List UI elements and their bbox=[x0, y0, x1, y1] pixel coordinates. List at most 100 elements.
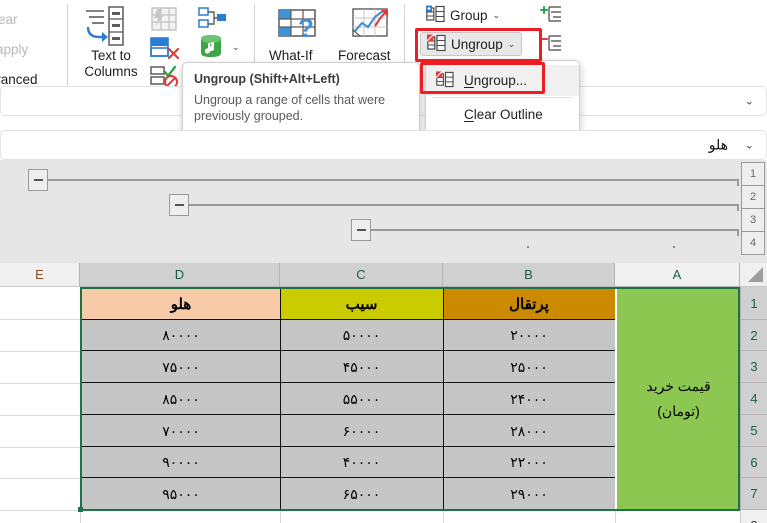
cell-D5[interactable]: ۷٠٠٠٠ bbox=[82, 415, 280, 447]
advanced-button-label[interactable]: vanced bbox=[0, 72, 38, 87]
gridline-h-1 bbox=[0, 319, 80, 320]
cell-B5[interactable]: ۲۸٠٠٠ bbox=[443, 415, 615, 447]
cell-A1-line1: قیمت خرید bbox=[646, 377, 711, 394]
gridline-v-1 bbox=[80, 287, 81, 523]
cell-B2[interactable]: ۲٠٠٠٠ bbox=[443, 320, 615, 351]
table-border-h-2 bbox=[82, 350, 615, 351]
text-to-columns-icon[interactable] bbox=[82, 4, 126, 53]
cell-D7[interactable]: ۹۵٠٠٠ bbox=[82, 478, 280, 510]
tooltip-title: Ungroup (Shift+Alt+Left) bbox=[194, 72, 340, 86]
column-header-C[interactable]: C bbox=[280, 263, 443, 287]
ungroup-button-label: Ungroup bbox=[451, 36, 503, 52]
menu-item-clear-outline[interactable]: Clear Outline bbox=[426, 99, 579, 130]
row-header-4[interactable]: 4 bbox=[740, 383, 767, 415]
cell-C6[interactable]: ۴٠٠٠٠ bbox=[280, 447, 443, 478]
row-header-8[interactable]: 8 bbox=[740, 510, 767, 523]
gridline-h-2 bbox=[0, 351, 80, 352]
cell-C5[interactable]: ۶٠٠٠٠ bbox=[280, 415, 443, 447]
svg-text:?: ? bbox=[298, 13, 314, 43]
row-header-1[interactable]: 1 bbox=[740, 287, 767, 320]
cell-D3[interactable]: ۷۵٠٠٠ bbox=[82, 351, 280, 383]
outline-level-button-4[interactable]: 4 bbox=[741, 231, 765, 255]
accel-key-c: C bbox=[464, 107, 474, 122]
table-border-h-5 bbox=[82, 446, 615, 447]
forecast-label: Forecast bbox=[338, 48, 391, 63]
menu-item-ungroup-label: Ungroup... bbox=[464, 73, 528, 88]
cell-A1-merged[interactable]: قیمت خرید (تومان) bbox=[617, 287, 740, 510]
column-headers: E D C B A bbox=[0, 263, 767, 287]
table-border-h-1 bbox=[82, 319, 615, 320]
outline-bar-level1 bbox=[48, 179, 739, 181]
subtotal-icon[interactable] bbox=[540, 34, 562, 57]
outline-bar-end-tick-level1 bbox=[737, 179, 739, 186]
table-border-v-1 bbox=[280, 287, 281, 510]
outline-bar-end-tick-level3 bbox=[737, 229, 739, 236]
outline-level-button-1[interactable]: 1 bbox=[741, 162, 765, 186]
row-header-3[interactable]: 3 bbox=[740, 351, 767, 383]
auto-outline-icon[interactable] bbox=[540, 5, 562, 28]
group-chevron-down-icon[interactable]: ⌄ bbox=[493, 10, 501, 21]
row-header-6[interactable]: 6 bbox=[740, 447, 767, 478]
outline-collapse-button-level3[interactable] bbox=[351, 219, 371, 241]
gridline-h-6 bbox=[0, 478, 80, 479]
text-to-columns-label-line1: Text to bbox=[91, 48, 131, 63]
cell-C4[interactable]: ۵۵٠٠٠ bbox=[280, 383, 443, 415]
forecast-sheet-icon[interactable] bbox=[350, 6, 396, 51]
cell-D1[interactable]: هلو bbox=[82, 287, 280, 320]
select-all-corner[interactable] bbox=[740, 263, 767, 287]
row-header-2[interactable]: 2 bbox=[740, 320, 767, 351]
group-button[interactable]: Group ⌄ bbox=[420, 3, 506, 27]
cell-D2[interactable]: ۸٠٠٠٠ bbox=[82, 320, 280, 351]
clear-button-label[interactable]: ear bbox=[0, 12, 18, 27]
menu-item-ungroup[interactable]: Ungroup... bbox=[426, 65, 579, 96]
outline-bar-level2 bbox=[189, 204, 739, 206]
outline-collapse-button-level2[interactable] bbox=[169, 194, 189, 216]
what-if-label: What-If bbox=[269, 48, 313, 63]
gridline-v-2 bbox=[280, 510, 281, 523]
ungroup-menu-icon bbox=[435, 70, 454, 91]
column-header-A[interactable]: A bbox=[615, 263, 740, 287]
gridline-h-3 bbox=[0, 383, 80, 384]
cell-B1[interactable]: پرتقال bbox=[443, 287, 615, 320]
outline-level-button-2[interactable]: 2 bbox=[741, 185, 765, 209]
cell-C3[interactable]: ۴۵٠٠٠ bbox=[280, 351, 443, 383]
table-border-h-4 bbox=[82, 414, 615, 415]
menu-separator bbox=[432, 97, 573, 98]
outline-dot-2 bbox=[673, 246, 675, 248]
cell-A1-line2: (تومان) bbox=[657, 402, 700, 419]
name-box-bar[interactable]: هلو ⌄ bbox=[0, 130, 767, 160]
formula-bar-expand-chevron-icon[interactable]: ⌄ bbox=[745, 95, 754, 108]
reapply-button-label[interactable]: apply bbox=[0, 42, 28, 57]
ungroup-icon bbox=[426, 33, 446, 55]
table-border-h-6 bbox=[82, 477, 615, 478]
data-model-chevron-icon[interactable]: ⌄ bbox=[232, 42, 240, 53]
column-header-E[interactable]: E bbox=[0, 263, 80, 287]
cell-C2[interactable]: ۵٠٠٠٠ bbox=[280, 320, 443, 351]
cell-D4[interactable]: ۸۵٠٠٠ bbox=[82, 383, 280, 415]
ungroup-button[interactable]: Ungroup ⌄ bbox=[420, 32, 523, 56]
row-header-5[interactable]: 5 bbox=[740, 415, 767, 447]
cell-B4[interactable]: ۲۴٠٠٠ bbox=[443, 383, 615, 415]
ungroup-chevron-down-icon[interactable]: ⌄ bbox=[508, 39, 516, 50]
column-header-B[interactable]: B bbox=[443, 263, 615, 287]
selection-fill-handle[interactable] bbox=[78, 507, 83, 512]
name-box-chevron-icon[interactable]: ⌄ bbox=[745, 139, 754, 152]
table-border-v-2 bbox=[443, 287, 444, 510]
row-header-7[interactable]: 7 bbox=[740, 478, 767, 510]
accel-key-u: U bbox=[464, 73, 474, 88]
cell-C7[interactable]: ۶۵٠٠٠ bbox=[280, 478, 443, 510]
cell-B6[interactable]: ۲۲٠٠٠ bbox=[443, 447, 615, 478]
active-cell-value: هلو bbox=[708, 136, 728, 153]
outline-collapse-button-level1[interactable] bbox=[28, 169, 48, 191]
outline-level-button-3[interactable]: 3 bbox=[741, 208, 765, 232]
what-if-analysis-icon[interactable]: ? bbox=[276, 6, 326, 51]
cell-B3[interactable]: ۲۵٠٠٠ bbox=[443, 351, 615, 383]
column-header-D[interactable]: D bbox=[80, 263, 280, 287]
spreadsheet-grid: E D C B A 1 2 3 4 5 6 7 8 bbox=[0, 263, 767, 523]
cell-D6[interactable]: ۹٠٠٠٠ bbox=[82, 447, 280, 478]
gridline-v-3 bbox=[443, 510, 444, 523]
cell-C1[interactable]: سیب bbox=[280, 287, 443, 320]
cell-B7[interactable]: ۲۹٠٠٠ bbox=[443, 478, 615, 510]
gridline-h-5 bbox=[0, 447, 80, 448]
outline-dot-1 bbox=[527, 246, 529, 248]
